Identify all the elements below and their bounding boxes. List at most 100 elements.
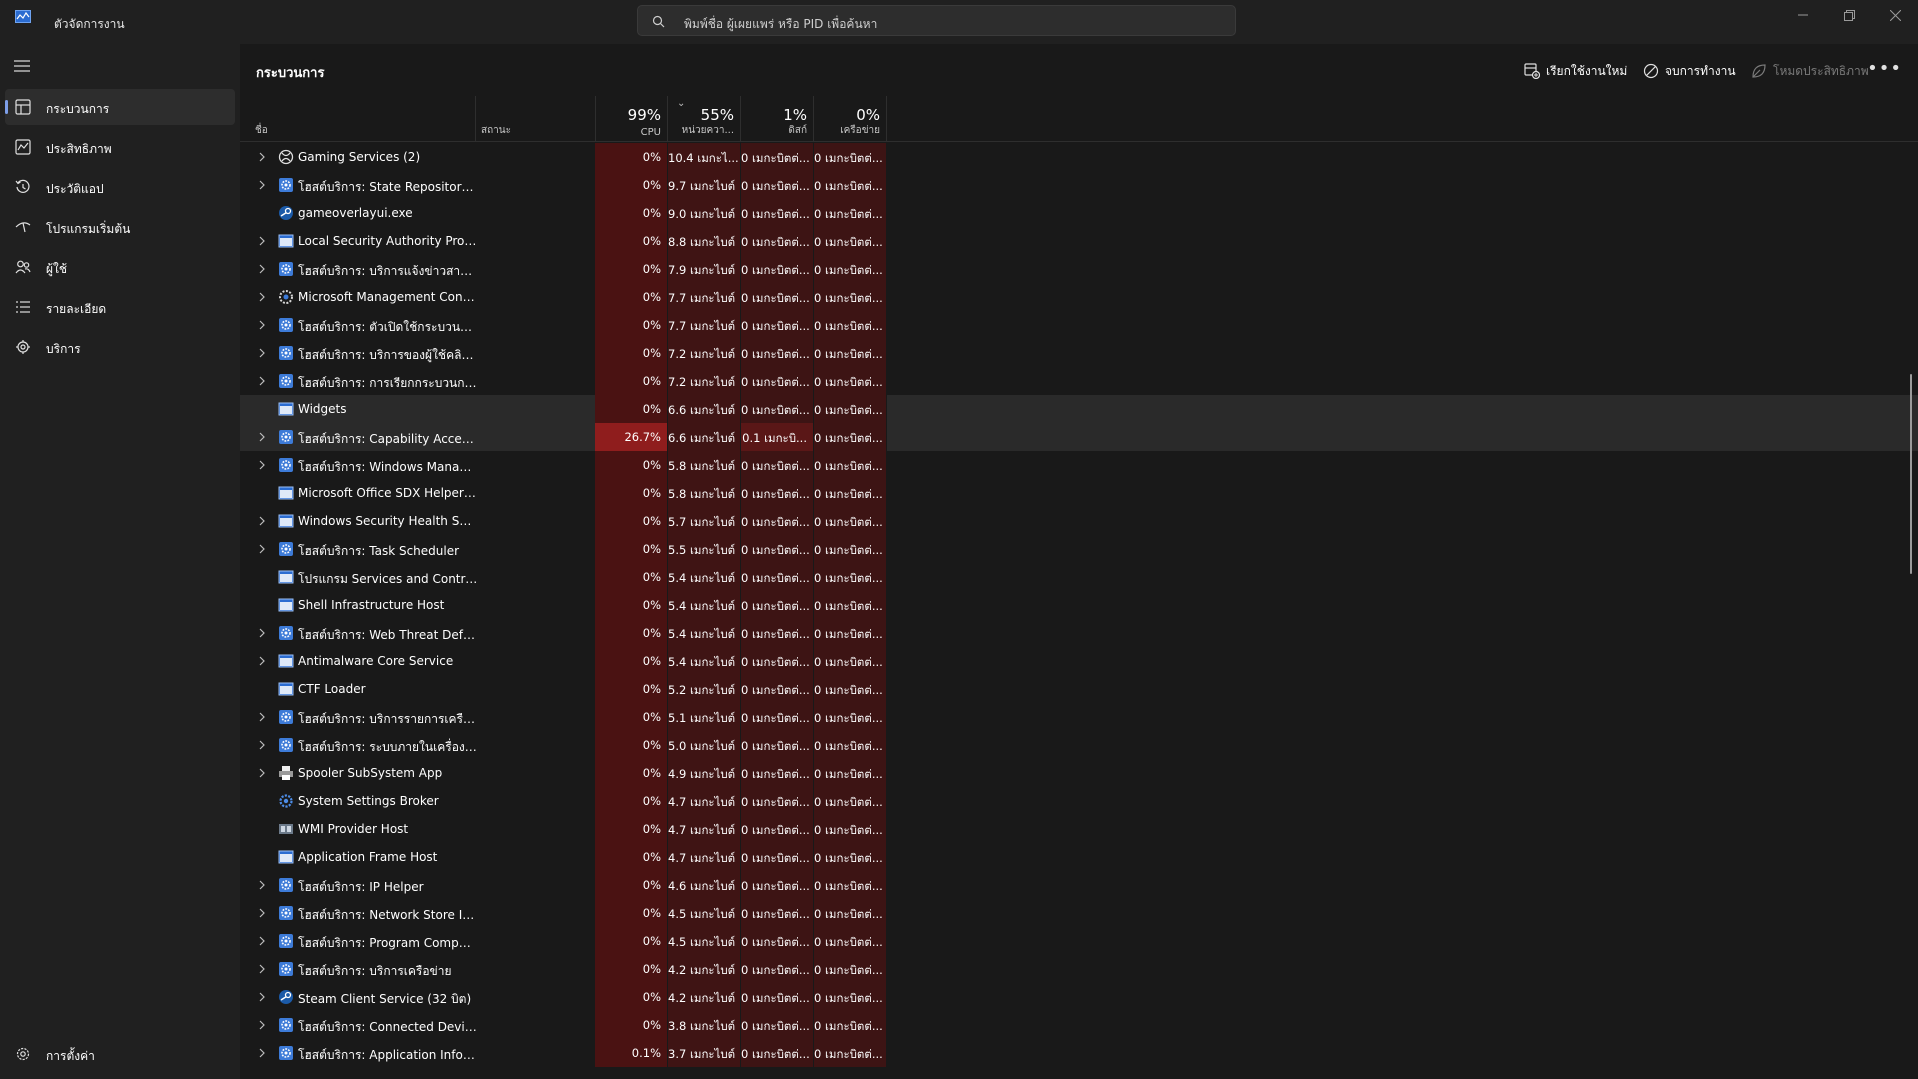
restore-button[interactable] — [1826, 0, 1872, 30]
process-row[interactable]: โฮสต์บริการ: Network Store Inte... 0% 4.5 … — [240, 899, 1918, 927]
process-row[interactable]: Windows Security Health Servi... 0% 5.7 เม… — [240, 507, 1918, 535]
chevron-right-icon[interactable] — [258, 543, 266, 557]
process-row[interactable]: WMI Provider Host 0% 4.7 เมกะไบต์ 0 เมกะบิต… — [240, 815, 1918, 843]
process-cpu-value: 0% — [595, 451, 668, 479]
process-row[interactable]: Gaming Services (2) 0% 10.4 เมกะไ... 0 เมกะ… — [240, 143, 1918, 171]
process-row[interactable]: Microsoft Management Cons... 0% 7.7 เมกะไบ… — [240, 283, 1918, 311]
process-memory-value: 7.9 เมกะไบต์ — [668, 255, 741, 283]
restore-icon — [1843, 9, 1855, 21]
process-row[interactable]: โฮสต์บริการ: การเรียกกระบวนการระ... 0%7.2… — [240, 367, 1918, 395]
chevron-right-icon[interactable] — [258, 459, 266, 473]
run-new-task-button[interactable]: เรียกใช้งานใหม่ — [1524, 60, 1627, 82]
process-row[interactable]: Steam Client Service (32 บิต) 0% 4.2 เมกะไ… — [240, 983, 1918, 1011]
process-row[interactable]: โปรแกรม Services and Controller 0% 5.4 เมก… — [240, 563, 1918, 591]
sidebar-item-details[interactable]: รายละเอียด — [5, 289, 235, 325]
chevron-right-icon[interactable] — [258, 935, 266, 949]
column-header-disk[interactable]: 1% ดิสก์ — [741, 96, 814, 142]
chevron-right-icon[interactable] — [258, 879, 266, 893]
chevron-right-icon[interactable] — [258, 151, 266, 165]
process-cpu-value: 0% — [595, 927, 668, 955]
process-cpu-value: 0% — [595, 815, 668, 843]
service-gear-icon — [278, 541, 294, 557]
end-task-label: จบการทำงาน — [1665, 63, 1736, 78]
process-row[interactable]: โฮสต์บริการ: Task Scheduler 0% 5.5 เมกะไบต… — [240, 535, 1918, 563]
process-row[interactable]: โฮสต์บริการ: Windows Manage... 0% 5.8 เมกะ… — [240, 451, 1918, 479]
chevron-right-icon[interactable] — [258, 655, 266, 669]
process-row[interactable]: gameoverlayui.exe 0% 9.0 เมกะไบต์ 0 เมกะบิต… — [240, 199, 1918, 227]
process-row[interactable]: Local Security Authority Proce... 0% 8.8 เ… — [240, 227, 1918, 255]
process-row[interactable]: Microsoft Office SDX Helper (... 0% 5.8 เม… — [240, 479, 1918, 507]
process-status — [473, 171, 593, 199]
column-header-network[interactable]: 0% เครือข่าย — [814, 96, 887, 142]
chevron-right-icon[interactable] — [258, 767, 266, 781]
chevron-right-icon[interactable] — [258, 263, 266, 277]
efficiency-mode-button[interactable]: โหมดประสิทธิภาพ — [1751, 60, 1869, 82]
process-row[interactable]: โฮสต์บริการ: Capability Access ... 26.7% 6… — [240, 423, 1918, 451]
sidebar-item-processes[interactable]: กระบวนการ — [5, 89, 235, 125]
process-name: Local Security Authority Proce... — [298, 234, 478, 248]
chevron-right-icon[interactable] — [258, 347, 266, 361]
column-header-cpu[interactable]: 99% CPU — [595, 96, 668, 142]
end-task-button[interactable]: จบการทำงาน — [1643, 60, 1736, 82]
process-disk-value: 0 เมกะบิตต่... — [741, 451, 814, 479]
vertical-scrollbar[interactable] — [1910, 374, 1912, 574]
window-icon — [278, 681, 294, 697]
service-gear-icon — [278, 1017, 294, 1033]
hamburger-menu-icon[interactable] — [14, 60, 30, 72]
process-row[interactable]: โฮสต์บริการ: ตัวเปิดใช้กระบวนการเซิ... 0%… — [240, 311, 1918, 339]
memory-total-percent: 55% — [700, 106, 734, 124]
process-row[interactable]: โฮสต์บริการ: ระบบภายในเครื่อง (เคร... 0%5… — [240, 731, 1918, 759]
chevron-right-icon[interactable] — [258, 431, 266, 445]
chevron-right-icon[interactable] — [258, 1047, 266, 1061]
process-row[interactable]: Shell Infrastructure Host 0% 5.4 เมกะไบต์ 0… — [240, 591, 1918, 619]
chevron-right-icon[interactable] — [258, 627, 266, 641]
search-input[interactable]: พิมพ์ชื่อ ผู้เผยแพร่ หรือ PID เพื่อค้นหา — [637, 5, 1236, 36]
process-row[interactable]: Widgets 0% 6.6 เมกะไบต์ 0 เมกะบิตต่... 0 เมก… — [240, 395, 1918, 423]
chevron-right-icon[interactable] — [258, 515, 266, 529]
chevron-right-icon[interactable] — [258, 319, 266, 333]
process-row[interactable]: Spooler SubSystem App 0% 4.9 เมกะไบต์ 0 เมก… — [240, 759, 1918, 787]
process-row[interactable]: Antimalware Core Service 0% 5.4 เมกะไบต์ 0 … — [240, 647, 1918, 675]
process-row[interactable]: โฮสต์บริการ: State Repository Se... 0%9.7… — [240, 171, 1918, 199]
process-network-value: 0 เมกะบิตต่... — [814, 955, 887, 983]
process-disk-value: 0 เมกะบิตต่... — [741, 731, 814, 759]
process-row[interactable]: Application Frame Host 0% 4.7 เมกะไบต์ 0 เม… — [240, 843, 1918, 871]
sidebar-item-settings[interactable]: การตั้งค่า — [0, 1036, 240, 1072]
chevron-right-icon[interactable] — [258, 963, 266, 977]
process-network-value: 0 เมกะบิตต่... — [814, 871, 887, 899]
process-row[interactable]: System Settings Broker 0% 4.7 เมกะไบต์ 0 เม… — [240, 787, 1918, 815]
process-row[interactable]: โฮสต์บริการ: Connected Devices... 0% 3.8 เ… — [240, 1011, 1918, 1039]
process-row[interactable]: โฮสต์บริการ: Program Compati... 0% 4.5 เมก… — [240, 927, 1918, 955]
chevron-right-icon[interactable] — [258, 179, 266, 193]
process-row[interactable]: โฮสต์บริการ: บริการแจ้งข่าวสารของ ... 0%7… — [240, 255, 1918, 283]
process-list: Gaming Services (2) 0% 10.4 เมกะไ... 0 เมกะ… — [240, 143, 1918, 1067]
chevron-right-icon[interactable] — [258, 291, 266, 305]
more-options-button[interactable]: ••• — [1867, 58, 1902, 79]
process-disk-value: 0 เมกะบิตต่... — [741, 507, 814, 535]
chevron-right-icon[interactable] — [258, 235, 266, 249]
close-button[interactable] — [1872, 0, 1918, 30]
column-header-name[interactable]: ชื่อ — [240, 96, 476, 142]
process-row[interactable]: โฮสต์บริการ: IP Helper 0% 4.6 เมกะไบต์ 0 เม… — [240, 871, 1918, 899]
process-row[interactable]: โฮสต์บริการ: Web Threat Defens... 0% 5.4 เ… — [240, 619, 1918, 647]
chevron-right-icon[interactable] — [258, 375, 266, 389]
chevron-right-icon[interactable] — [258, 739, 266, 753]
process-row[interactable]: โฮสต์บริการ: บริการของผู้ใช้คลิปบอ... 0% 7… — [240, 339, 1918, 367]
sidebar-item-performance[interactable]: ประสิทธิภาพ — [5, 129, 235, 165]
sidebar-item-users[interactable]: ผู้ใช้ — [5, 249, 235, 285]
process-row[interactable]: CTF Loader 0% 5.2 เมกะไบต์ 0 เมกะบิตต่... 0 … — [240, 675, 1918, 703]
column-header-status[interactable]: สถานะ — [476, 96, 596, 142]
sidebar-item-services[interactable]: บริการ — [5, 329, 235, 365]
process-row[interactable]: โฮสต์บริการ: บริการเครือข่าย 0% 4.2 เมกะไบ… — [240, 955, 1918, 983]
chevron-right-icon[interactable] — [258, 991, 266, 1005]
minimize-button[interactable] — [1780, 0, 1826, 30]
process-network-value: 0 เมกะบิตต่... — [814, 143, 887, 171]
window-icon — [278, 849, 294, 865]
sidebar-item-startup-apps[interactable]: โปรแกรมเริ่มต้น — [5, 209, 235, 245]
sidebar-item-app-history[interactable]: ประวัติแอป — [5, 169, 235, 205]
process-row[interactable]: โฮสต์บริการ: Application Inform... 0.1% 3.… — [240, 1039, 1918, 1067]
chevron-right-icon[interactable] — [258, 711, 266, 725]
process-row[interactable]: โฮสต์บริการ: บริการรายการเครือข่าย 0% 5.1 … — [240, 703, 1918, 731]
chevron-right-icon[interactable] — [258, 1019, 266, 1033]
chevron-right-icon[interactable] — [258, 907, 266, 921]
